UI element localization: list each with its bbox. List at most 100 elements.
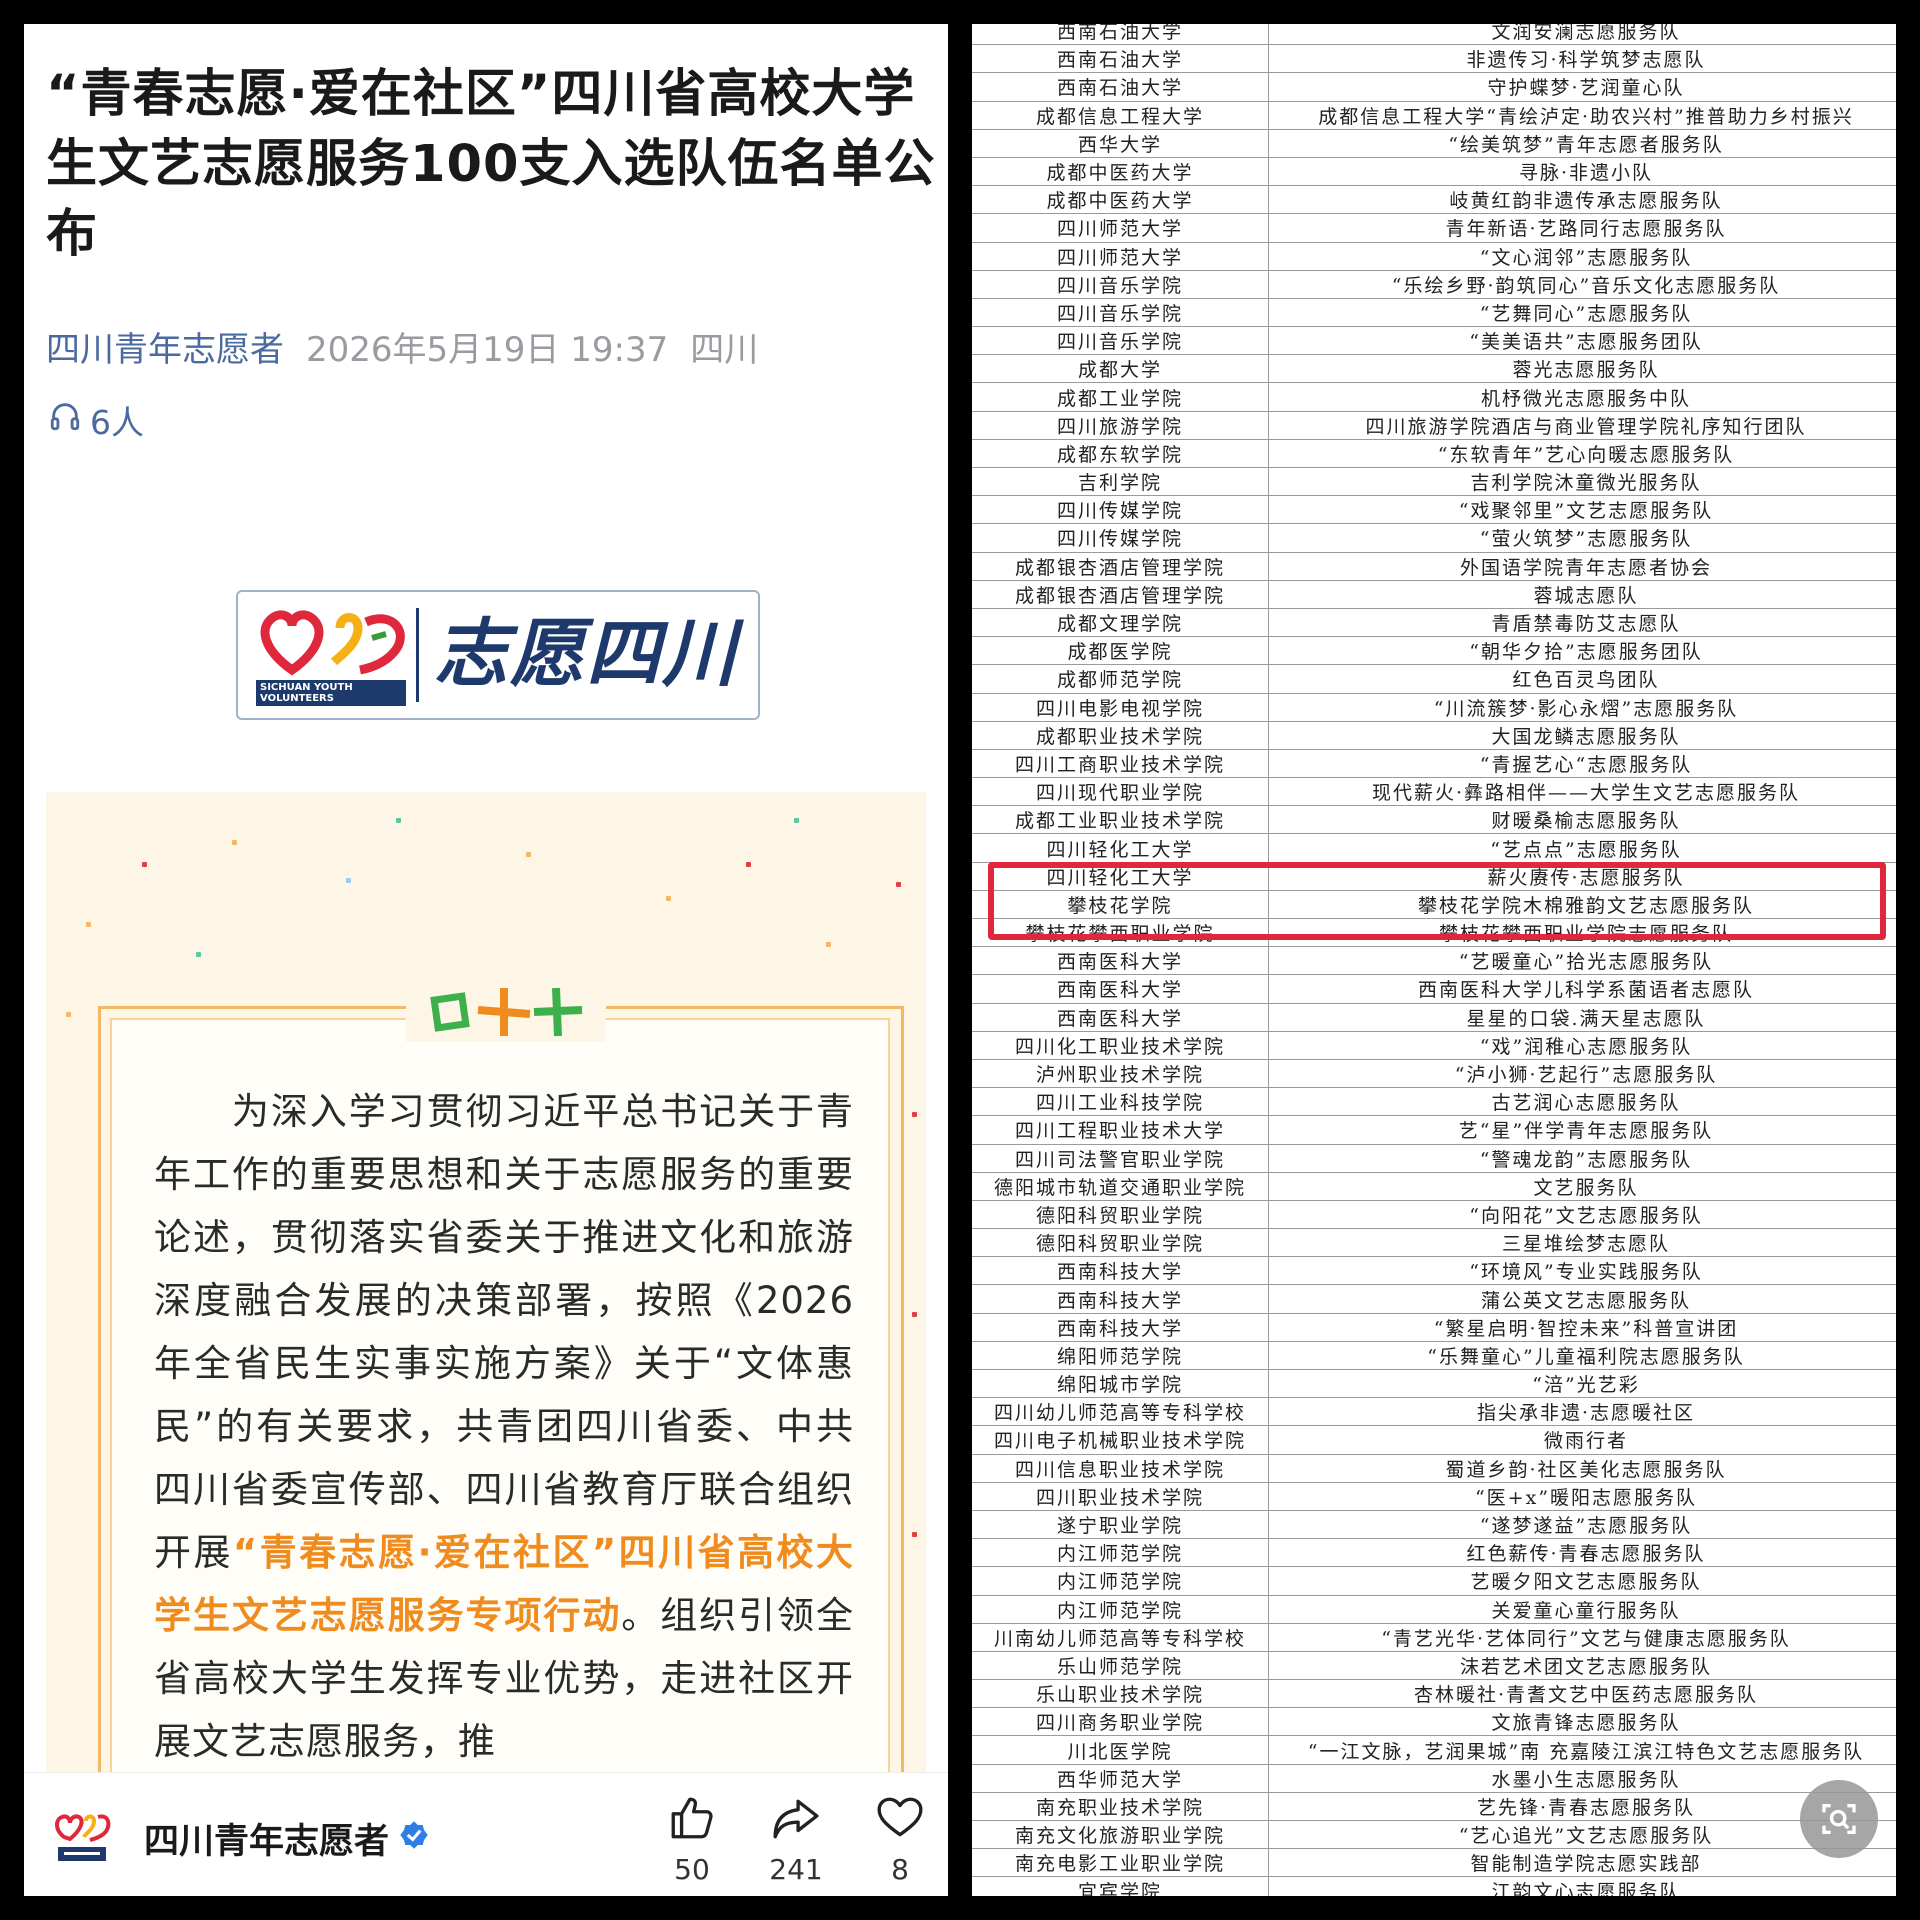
account-avatar[interactable]	[52, 1807, 112, 1867]
table-row: 四川音乐学院 “乐绘乡野·韵筑同心”音乐文化志愿服务队	[972, 270, 1896, 299]
school-cell: 西南石油大学	[972, 24, 1269, 46]
school-cell: 乐山师范学院	[972, 1651, 1269, 1681]
confetti-dot	[86, 922, 91, 927]
table-row: 四川现代职业学院 现代薪火·彝路相伴——大学生文艺志愿服务队	[972, 777, 1896, 807]
account-name: 四川青年志愿者	[144, 1822, 390, 1862]
table-row: 四川商务职业学院 文旅青锋志愿服务队	[972, 1707, 1896, 1737]
share-icon	[773, 1799, 819, 1839]
table-row: 成都银杏酒店管理学院 外国语学院青年志愿者协会	[972, 552, 1896, 581]
school-cell: 西华大学	[972, 129, 1269, 158]
table-row: 西南科技大学 蒲公英文艺志愿服务队	[972, 1284, 1896, 1314]
table-row: 乐山师范学院 沫若艺术团文艺志愿服务队	[972, 1651, 1896, 1681]
table-row: 成都医学院 “朝华夕拾”志愿服务团队	[972, 636, 1896, 666]
table-row: 西南医科大学 “艺暖童心”拾光志愿服务队	[972, 946, 1896, 976]
team-cell: “青握艺心“志愿服务队	[1268, 749, 1896, 779]
school-cell: 四川传媒学院	[972, 523, 1269, 553]
author-link[interactable]: 四川青年志愿者	[46, 330, 284, 370]
image-search-icon	[1822, 1804, 1856, 1834]
school-cell: 南充职业技术学院	[972, 1792, 1269, 1822]
school-cell: 成都职业技术学院	[972, 721, 1269, 750]
table-row: 四川工商职业技术学院 “青握艺心“志愿服务队	[972, 749, 1896, 779]
team-cell: 艺“星”伴学青年志愿服务队	[1268, 1115, 1896, 1145]
school-cell: 德阳城市轨道交通职业学院	[972, 1172, 1269, 1201]
team-cell: “向阳花”文艺志愿服务队	[1268, 1200, 1896, 1230]
team-cell: “乐舞童心”儿童福利院志愿服务队	[1268, 1341, 1896, 1371]
team-cell: “繁星启明·智控未来”科普宣讲团	[1268, 1313, 1896, 1342]
school-cell: 四川音乐学院	[972, 326, 1269, 356]
team-cell: “绘美筑梦”青年志愿者服务队	[1268, 129, 1896, 158]
favorite-button[interactable]: 8	[860, 1793, 940, 1886]
team-cell: “戏”润稚心志愿服务队	[1268, 1031, 1896, 1060]
school-cell: 成都银杏酒店管理学院	[972, 552, 1269, 581]
school-cell: 西南医科大学	[972, 1003, 1269, 1032]
heart-icon	[877, 1797, 923, 1837]
team-cell: 西南医科大学儿科学系菌语者志愿队	[1268, 974, 1896, 1004]
account-name-row[interactable]: 四川青年志愿者	[144, 1813, 429, 1864]
table-row: 四川信息职业技术学院 蜀道乡韵·社区美化志愿服务队	[972, 1454, 1896, 1483]
like-button[interactable]: 50	[652, 1793, 732, 1886]
team-cell: “艺舞同心”志愿服务队	[1268, 298, 1896, 328]
team-cell: 文旅青锋志愿服务队	[1268, 1707, 1896, 1737]
school-cell: 成都工业职业技术学院	[972, 805, 1269, 835]
team-cell: 四川旅游学院酒店与商业管理学院礼序知行团队	[1268, 411, 1896, 440]
team-cell: “泸小狮·艺起行”志愿服务队	[1268, 1059, 1896, 1089]
school-cell: 四川信息职业技术学院	[972, 1454, 1269, 1483]
table-row: 遂宁职业学院 “遂梦遂益”志愿服务队	[972, 1510, 1896, 1540]
table-row: 西南石油大学 非遗传习·科学筑梦志愿队	[972, 44, 1896, 74]
confetti-dot	[912, 1532, 917, 1537]
team-cell: “戏聚邻里”文艺志愿服务队	[1268, 495, 1896, 525]
team-cell: “萤火筑梦”志愿服务队	[1268, 523, 1896, 553]
team-cell: “川流簇梦·影心永熠”志愿服务队	[1268, 693, 1896, 722]
school-cell: 宜宾学院	[972, 1876, 1269, 1896]
logo-banner: SICHUAN YOUTH VOLUNTEERS 志愿四川	[236, 590, 760, 720]
logo-english-text: SICHUAN YOUTH VOLUNTEERS	[256, 680, 406, 706]
table-row: 成都师范学院 红色百灵鸟团队	[972, 664, 1896, 694]
table-row: 西南石油大学 守护蝶梦·艺润童心队	[972, 72, 1896, 102]
team-cell: “艺暖童心”拾光志愿服务队	[1268, 946, 1896, 976]
team-cell: 蓉城志愿队	[1268, 580, 1896, 609]
confetti-dot	[66, 1012, 71, 1017]
school-cell: 遂宁职业学院	[972, 1510, 1269, 1540]
school-cell: 乐山职业技术学院	[972, 1679, 1269, 1709]
school-cell: 内江师范学院	[972, 1538, 1269, 1568]
school-cell: 西南科技大学	[972, 1256, 1269, 1286]
share-button[interactable]: 241	[756, 1793, 836, 1886]
table-row: 西华师范大学 水墨小生志愿服务队	[972, 1764, 1896, 1793]
share-count: 241	[769, 1853, 823, 1886]
team-cell: 艺暖夕阳文艺志愿服务队	[1268, 1566, 1896, 1596]
table-row: 成都工业学院 机杼微光志愿服务中队	[972, 382, 1896, 412]
table-row: 西南科技大学 “繁星启明·智控未来”科普宣讲团	[972, 1313, 1896, 1342]
team-cell: 岐黄红韵非遗传承志愿服务队	[1268, 185, 1896, 215]
table-row: 内江师范学院 艺暖夕阳文艺志愿服务队	[972, 1566, 1896, 1596]
school-cell: 成都信息工程大学	[972, 101, 1269, 130]
team-cell: 财暖桑榆志愿服务队	[1268, 805, 1896, 835]
school-cell: 西华师范大学	[972, 1764, 1269, 1793]
frame-ornament	[406, 982, 606, 1042]
table-row: 南充电影工业职业学院 智能制造学院志愿实践部	[972, 1848, 1896, 1878]
school-cell: 四川师范大学	[972, 213, 1269, 243]
school-cell: 四川工业科技学院	[972, 1087, 1269, 1117]
listen-counter[interactable]: 6人	[48, 396, 144, 444]
table-row: 乐山职业技术学院 杏林暖社·青耆文艺中医药志愿服务队	[972, 1679, 1896, 1709]
table-row: 四川幼儿师范高等专科学校 指尖承非遗·志愿暖社区	[972, 1397, 1896, 1427]
article-body-card: 为深入学习贯彻习近平总书记关于青年工作的重要思想和关于志愿服务的重要论述，贯彻落…	[46, 792, 926, 1896]
team-cell: 红色百灵鸟团队	[1268, 664, 1896, 694]
team-cell: 蜀道乡韵·社区美化志愿服务队	[1268, 1454, 1896, 1483]
school-cell: 四川音乐学院	[972, 270, 1269, 299]
image-search-button[interactable]	[1800, 1780, 1878, 1858]
school-cell: 四川旅游学院	[972, 411, 1269, 440]
school-cell: 川南幼儿师范高等专科学校	[972, 1623, 1269, 1652]
table-row: 四川工程职业技术大学 艺“星”伴学青年志愿服务队	[972, 1115, 1896, 1145]
school-cell: 成都文理学院	[972, 608, 1269, 638]
table-row: 吉利学院 吉利学院沐童微光服务队	[972, 467, 1896, 497]
confetti-dot	[912, 1312, 917, 1317]
table-row: 南充文化旅游职业学院 “艺心追光”文艺志愿服务队	[972, 1820, 1896, 1850]
team-cell: 寻脉·非遗小队	[1268, 157, 1896, 187]
paragraph-text: 为深入学习贯彻习近平总书记关于青年工作的重要思想和关于志愿服务的重要论述，贯彻落…	[154, 1090, 855, 1574]
school-cell: 四川幼儿师范高等专科学校	[972, 1397, 1269, 1427]
team-cell: 文润安澜志愿服务队	[1268, 24, 1896, 46]
school-cell: 西南石油大学	[972, 44, 1269, 74]
school-cell: 川北医学院	[972, 1735, 1269, 1765]
school-cell: 绵阳城市学院	[972, 1369, 1269, 1399]
school-cell: 四川师范大学	[972, 242, 1269, 271]
